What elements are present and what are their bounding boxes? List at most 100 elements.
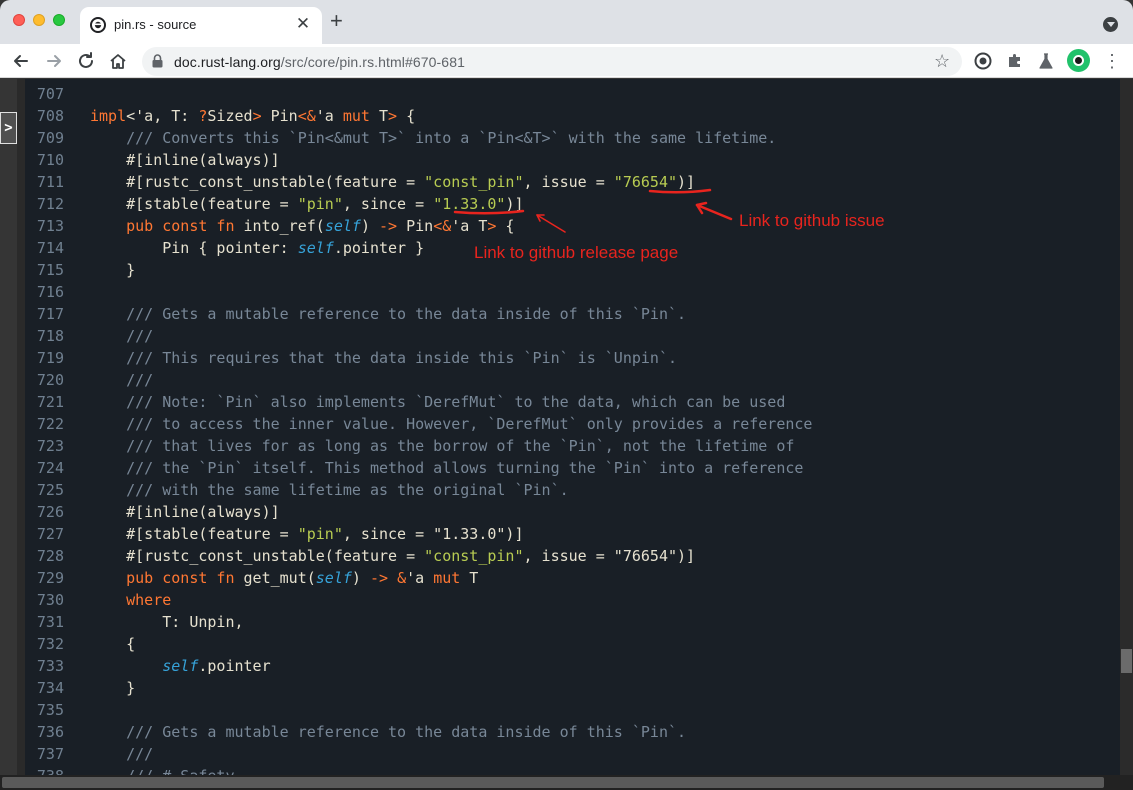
- maximize-window-button[interactable]: [53, 14, 65, 26]
- line-number-710[interactable]: 710: [25, 149, 64, 171]
- line-number-733[interactable]: 733: [25, 655, 64, 677]
- minimize-window-button[interactable]: [33, 14, 45, 26]
- tab-search-icon[interactable]: [1103, 17, 1118, 32]
- lock-icon[interactable]: [152, 54, 163, 68]
- labs-flask-icon[interactable]: [1036, 51, 1056, 71]
- line-number-723[interactable]: 723: [25, 435, 64, 457]
- browser-tab-active[interactable]: pin.rs - source ✕: [80, 7, 322, 44]
- line-number-722[interactable]: 722: [25, 413, 64, 435]
- line-number-726[interactable]: 726: [25, 501, 64, 523]
- code-line-713: 713 pub const fn into_ref(self) -> Pin<&…: [25, 215, 1120, 237]
- address-bar[interactable]: doc.rust-lang.org/src/core/pin.rs.html#6…: [142, 47, 962, 76]
- code-token: ->: [369, 569, 389, 587]
- code-line-719: 719 /// This requires that the data insi…: [25, 347, 1120, 369]
- line-number-731[interactable]: 731: [25, 611, 64, 633]
- close-tab-icon[interactable]: ✕: [294, 14, 312, 34]
- line-number-724[interactable]: 724: [25, 457, 64, 479]
- line-source: /// with the same lifetime as the origin…: [90, 479, 569, 501]
- line-number-717[interactable]: 717: [25, 303, 64, 325]
- code-token: self: [162, 657, 199, 675]
- code-token: , since =: [342, 195, 434, 213]
- forward-arrow-icon[interactable]: [43, 50, 65, 72]
- line-number-713[interactable]: 713: [25, 215, 64, 237]
- close-window-button[interactable]: [13, 14, 25, 26]
- line-number-735[interactable]: 735: [25, 699, 64, 721]
- vertical-scrollbar-thumb[interactable]: [1121, 649, 1132, 673]
- line-number-709[interactable]: 709: [25, 127, 64, 149]
- line-number-732[interactable]: 732: [25, 633, 64, 655]
- line-number-721[interactable]: 721: [25, 391, 64, 413]
- rustdoc-source-page: > 707 708 impl<'a, T: ?Sized> Pin<&'a mut …: [0, 79, 1133, 775]
- code-line-723: 723 /// that lives for as long as the bo…: [25, 435, 1120, 457]
- profile-avatar[interactable]: [1067, 49, 1090, 72]
- line-number-727[interactable]: 727: [25, 523, 64, 545]
- kebab-menu-icon[interactable]: ⋮: [1103, 51, 1121, 71]
- extensions-puzzle-icon[interactable]: [1005, 51, 1025, 71]
- rust-extension-icon[interactable]: [973, 51, 993, 71]
- code-token: self: [315, 569, 352, 587]
- code-token: Pin { pointer:: [90, 239, 298, 257]
- line-number-729[interactable]: 729: [25, 567, 64, 589]
- bookmark-star-icon[interactable]: ☆: [934, 51, 950, 72]
- line-number-712[interactable]: 712: [25, 193, 64, 215]
- line-number-718[interactable]: 718: [25, 325, 64, 347]
- line-number-707[interactable]: 707: [25, 83, 64, 105]
- line-number-725[interactable]: 725: [25, 479, 64, 501]
- code-token: 'a: [406, 569, 434, 587]
- code-token: /// Note: `Pin` also implements `DerefMu…: [126, 393, 786, 411]
- line-number-734[interactable]: 734: [25, 677, 64, 699]
- sidebar-toggle-button[interactable]: >: [0, 112, 17, 144]
- line-number-738[interactable]: 738: [25, 765, 64, 775]
- code-token: , issue =: [523, 173, 614, 191]
- line-number-720[interactable]: 720: [25, 369, 64, 391]
- code-token: Pin: [261, 107, 298, 125]
- line-number-736[interactable]: 736: [25, 721, 64, 743]
- line-source: Pin { pointer: self.pointer }: [90, 237, 424, 259]
- line-number-715[interactable]: 715: [25, 259, 64, 281]
- code-token: "pin": [297, 525, 343, 543]
- source-code-view: 707 708 impl<'a, T: ?Sized> Pin<&'a mut T>…: [25, 79, 1120, 775]
- line-source: #[rustc_const_unstable(feature = "const_…: [90, 545, 695, 567]
- line-number-730[interactable]: 730: [25, 589, 64, 611]
- line-number-737[interactable]: 737: [25, 743, 64, 765]
- code-token: /// with the same lifetime as the origin…: [126, 481, 569, 499]
- line-source: }: [90, 259, 135, 281]
- home-icon[interactable]: [107, 50, 129, 72]
- code-line-738: 738 /// # Safety: [25, 765, 1120, 775]
- url-path: /src/core/pin.rs.html#670-681: [280, 54, 465, 70]
- line-number-728[interactable]: 728: [25, 545, 64, 567]
- code-token: ///: [126, 745, 154, 763]
- line-source: #[inline(always)]: [90, 501, 280, 523]
- code-line-731: 731 T: Unpin,: [25, 611, 1120, 633]
- line-source: /// the `Pin` itself. This method allows…: [90, 457, 803, 479]
- code-line-728: 728 #[rustc_const_unstable(feature = "co…: [25, 545, 1120, 567]
- horizontal-scrollbar-thumb[interactable]: [2, 777, 1104, 788]
- new-tab-button[interactable]: +: [330, 10, 343, 32]
- line-source: }: [90, 677, 135, 699]
- code-token: T: Unpin,: [90, 613, 244, 631]
- code-line-709: 709 /// Converts this `Pin<&mut T>` into…: [25, 127, 1120, 149]
- code-token: /// the `Pin` itself. This method allows…: [126, 459, 804, 477]
- line-number-711[interactable]: 711: [25, 171, 64, 193]
- reload-icon[interactable]: [75, 50, 97, 72]
- code-token: {: [397, 107, 416, 125]
- line-number-708[interactable]: 708: [25, 105, 64, 127]
- line-number-719[interactable]: 719: [25, 347, 64, 369]
- line-source: ///: [90, 369, 153, 391]
- back-arrow-icon[interactable]: [10, 50, 32, 72]
- rust-logo-icon: [90, 17, 106, 33]
- url-text[interactable]: doc.rust-lang.org/src/core/pin.rs.html#6…: [174, 54, 465, 70]
- line-number-714[interactable]: 714: [25, 237, 64, 259]
- code-token: .pointer: [198, 657, 271, 675]
- line-number-716[interactable]: 716: [25, 281, 64, 303]
- code-token: Sized: [207, 107, 253, 125]
- line-source: T: Unpin,: [90, 611, 244, 633]
- code-line-716: 716: [25, 281, 1120, 303]
- code-line-737: 737 ///: [25, 743, 1120, 765]
- code-token: ): [360, 217, 379, 235]
